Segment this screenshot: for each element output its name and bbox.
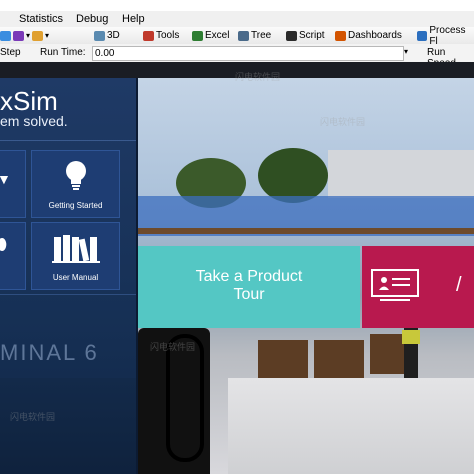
watermark: 闪电软件园 xyxy=(10,412,56,422)
toolbar-excel-button[interactable]: Excel xyxy=(192,28,229,43)
partial-icon: ⬮ xyxy=(0,237,8,254)
getting-started-label: Getting Started xyxy=(48,201,103,210)
tile-user-manual[interactable]: User Manual xyxy=(31,222,120,290)
toolbar-3d-button[interactable]: 3D xyxy=(94,28,120,43)
watermark: 闪电软件园 xyxy=(150,342,196,352)
canopy-beam xyxy=(138,228,474,234)
dropdown-arrow-icon: ▾ xyxy=(26,31,31,40)
sidebar-footer xyxy=(0,378,136,474)
toolbar: ▾ ▾ 3D Tools Excel Tree Script Dashboard… xyxy=(0,25,474,47)
terminal-sign-text: MINAL 6 xyxy=(0,340,99,365)
3d-icon xyxy=(94,30,105,41)
toolbar-icon-2 xyxy=(13,30,24,41)
toolbar-tools-button[interactable]: Tools xyxy=(143,28,179,43)
sidebar-divider xyxy=(0,140,136,141)
books-icon xyxy=(52,235,100,263)
bench xyxy=(314,340,364,382)
menu-statistics[interactable]: Statistics xyxy=(19,13,63,25)
tools-icon xyxy=(143,30,154,41)
take-product-tour-button[interactable]: Take a Product Tour xyxy=(138,246,360,328)
terminal-building xyxy=(328,150,474,198)
menu-help[interactable]: Help xyxy=(122,13,145,25)
dropdown-arrow-icon: ▾ xyxy=(45,31,50,40)
sidebar-divider-2 xyxy=(0,294,136,295)
tagline: em solved. xyxy=(0,113,68,129)
person-vest xyxy=(402,330,420,344)
run-time-field[interactable]: 0.00 xyxy=(92,46,404,61)
run-control-bar: Step Run Time: 0.00 ▾ Run Speed xyxy=(0,44,474,69)
tour-title-line2: Tour xyxy=(233,286,265,303)
lightbulb-icon xyxy=(66,161,86,190)
watermark: 闪电软件园 xyxy=(235,72,281,82)
run-time-dropdown-icon[interactable]: ▾ xyxy=(404,47,408,56)
run-time-label: Run Time: xyxy=(40,47,86,58)
toolbar-icons-left[interactable]: ▾ ▾ xyxy=(0,28,49,43)
tour-title-line1: Take a Product xyxy=(195,268,303,285)
toolbar-dashboards-button[interactable]: Dashboards xyxy=(335,28,402,43)
next-arrow-icon[interactable]: / xyxy=(456,274,462,297)
watermark: 闪电软件园 xyxy=(320,117,366,127)
script-icon xyxy=(286,30,297,41)
toolbar-process-flow-button[interactable]: Process Fl xyxy=(417,25,474,47)
chevron-down-icon: ▼ xyxy=(0,171,11,187)
toolbar-script-button[interactable]: Script xyxy=(286,28,325,43)
presentation-panel[interactable]: / xyxy=(362,246,474,328)
excel-icon xyxy=(192,30,203,41)
menu-bar: Statistics Debug Help xyxy=(0,11,474,27)
platform-floor xyxy=(228,378,474,474)
tile-partial-top[interactable]: ▼ xyxy=(0,150,26,218)
tile-getting-started[interactable]: Getting Started xyxy=(31,150,120,218)
tree-icon xyxy=(238,30,249,41)
step-button[interactable]: Step xyxy=(0,47,21,58)
toolbar-icon-3 xyxy=(32,30,44,41)
user-manual-label: User Manual xyxy=(52,273,99,282)
bench xyxy=(258,340,308,382)
dashboards-icon xyxy=(335,30,346,41)
menu-debug[interactable]: Debug xyxy=(76,13,108,25)
presentation-icon xyxy=(371,269,419,301)
tile-partial-bottom[interactable]: ⬮ xyxy=(0,222,26,290)
toolbar-tree-button[interactable]: Tree xyxy=(238,28,271,43)
process-flow-icon xyxy=(417,30,428,41)
toolbar-icon-1 xyxy=(0,30,11,41)
bus-mirror xyxy=(166,334,204,462)
tree xyxy=(258,148,328,203)
